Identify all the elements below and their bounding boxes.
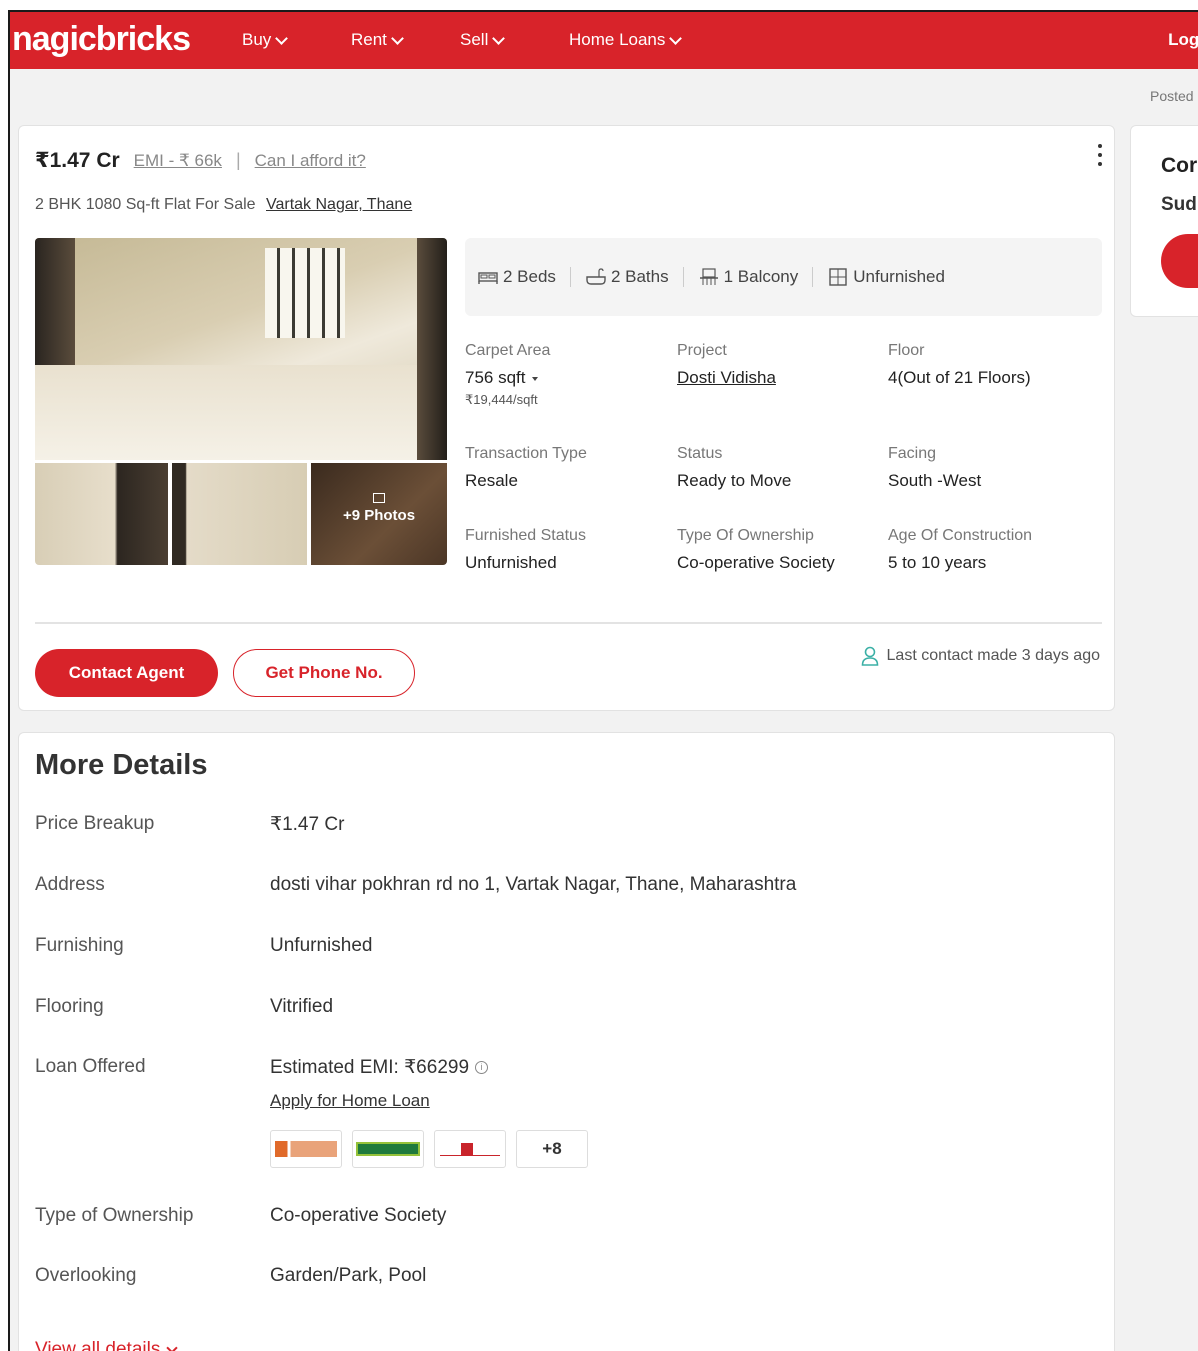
nav-sell[interactable]: Sell bbox=[460, 30, 506, 50]
contact-side-card: Cor Sud bbox=[1130, 125, 1198, 317]
more-banks-button[interactable]: +8 bbox=[516, 1130, 588, 1168]
info-status: Status Ready to Move bbox=[677, 445, 792, 490]
property-thumbnail[interactable] bbox=[172, 463, 307, 565]
summary-baths: 2 Baths bbox=[571, 267, 684, 287]
more-photos-thumbnail[interactable]: +9 Photos bbox=[311, 463, 447, 565]
info-transaction-type: Transaction Type Resale bbox=[465, 445, 587, 490]
main-property-photo[interactable] bbox=[35, 238, 447, 460]
afford-link[interactable]: Can I afford it? bbox=[255, 151, 366, 171]
more-details-card: More Details Price Breakup ₹1.47 Cr Addr… bbox=[18, 732, 1115, 1351]
project-link[interactable]: Dosti Vidisha bbox=[677, 368, 776, 388]
property-price: ₹1.47 Cr bbox=[35, 149, 120, 172]
browser-viewport: nagicbricks Buy Rent Sell Home Loans Log… bbox=[8, 10, 1198, 1351]
balcony-icon bbox=[699, 268, 718, 285]
info-floor: Floor 4(Out of 21 Floors) bbox=[888, 342, 1031, 387]
nav-rent[interactable]: Rent bbox=[351, 30, 404, 50]
chevron-down-icon bbox=[166, 1342, 178, 1351]
chevron-down-icon bbox=[275, 31, 289, 45]
summary-furnishing: Unfurnished bbox=[813, 267, 959, 287]
property-type-text: 2 BHK 1080 Sq-ft Flat For Sale bbox=[35, 196, 256, 213]
posted-label: Posted bbox=[1150, 88, 1194, 104]
info-carpet-area: Carpet Area 756 sqft ₹19,444/sqft bbox=[465, 342, 551, 407]
contact-agent-button[interactable]: Contact Agent bbox=[35, 649, 218, 697]
info-age-of-construction: Age Of Construction 5 to 10 years bbox=[888, 527, 1033, 572]
price-row: ₹1.47 Cr EMI - ₹ 66k | Can I afford it? bbox=[35, 148, 366, 173]
bank-logos: +8 bbox=[270, 1130, 588, 1168]
info-furnished-status: Furnished Status Unfurnished bbox=[465, 527, 586, 572]
property-thumbnail[interactable] bbox=[35, 463, 168, 565]
property-summary-bar: 2 Beds 2 Baths 1 Balcony Unfurnished bbox=[465, 238, 1102, 316]
bath-icon bbox=[586, 268, 606, 285]
bed-icon bbox=[478, 272, 498, 284]
more-options-icon[interactable] bbox=[1098, 144, 1102, 171]
chevron-down-icon bbox=[492, 31, 506, 45]
more-details-title: More Details bbox=[35, 749, 208, 781]
separator: | bbox=[235, 150, 241, 170]
corporation-bank-logo[interactable] bbox=[352, 1130, 424, 1168]
login-link[interactable]: Logi bbox=[1168, 30, 1198, 50]
bank-of-baroda-logo[interactable] bbox=[270, 1130, 342, 1168]
view-all-details-link[interactable]: View all details bbox=[35, 1339, 178, 1351]
nav-home-loans[interactable]: Home Loans bbox=[569, 30, 683, 50]
gallery-icon bbox=[373, 493, 385, 503]
side-card-title: Cor bbox=[1161, 154, 1198, 177]
magicbricks-logo[interactable]: nagicbricks bbox=[12, 20, 191, 59]
property-subtitle: 2 BHK 1080 Sq-ft Flat For Sale Vartak Na… bbox=[35, 196, 412, 214]
furnishing-icon bbox=[829, 268, 847, 286]
get-phone-button[interactable]: Get Phone No. bbox=[233, 649, 415, 697]
apply-home-loan-link[interactable]: Apply for Home Loan bbox=[270, 1091, 430, 1111]
top-navigation-bar: nagicbricks Buy Rent Sell Home Loans Log… bbox=[10, 12, 1198, 69]
nav-buy[interactable]: Buy bbox=[242, 30, 289, 50]
side-card-button[interactable] bbox=[1161, 234, 1198, 288]
info-project: Project Dosti Vidisha bbox=[677, 342, 776, 388]
divider bbox=[35, 622, 1102, 624]
chevron-down-icon bbox=[391, 31, 404, 45]
chevron-down-icon bbox=[669, 31, 683, 45]
locality-link[interactable]: Vartak Nagar, Thane bbox=[266, 196, 412, 213]
user-icon bbox=[861, 646, 878, 666]
lic-housing-logo[interactable] bbox=[434, 1130, 506, 1168]
side-card-subtitle: Sud bbox=[1161, 194, 1197, 215]
info-icon[interactable]: i bbox=[475, 1061, 489, 1075]
emi-link[interactable]: EMI - ₹ 66k bbox=[134, 151, 222, 171]
property-card: ₹1.47 Cr EMI - ₹ 66k | Can I afford it? … bbox=[18, 125, 1115, 711]
info-ownership: Type Of Ownership Co-operative Society bbox=[677, 527, 835, 572]
summary-beds: 2 Beds bbox=[477, 267, 571, 287]
more-photos-label: +9 Photos bbox=[342, 507, 416, 524]
last-contact-info: Last contact made 3 days ago bbox=[861, 646, 1100, 666]
caret-down-icon[interactable] bbox=[531, 376, 538, 381]
summary-balcony: 1 Balcony bbox=[684, 267, 814, 287]
info-facing: Facing South -West bbox=[888, 445, 982, 490]
